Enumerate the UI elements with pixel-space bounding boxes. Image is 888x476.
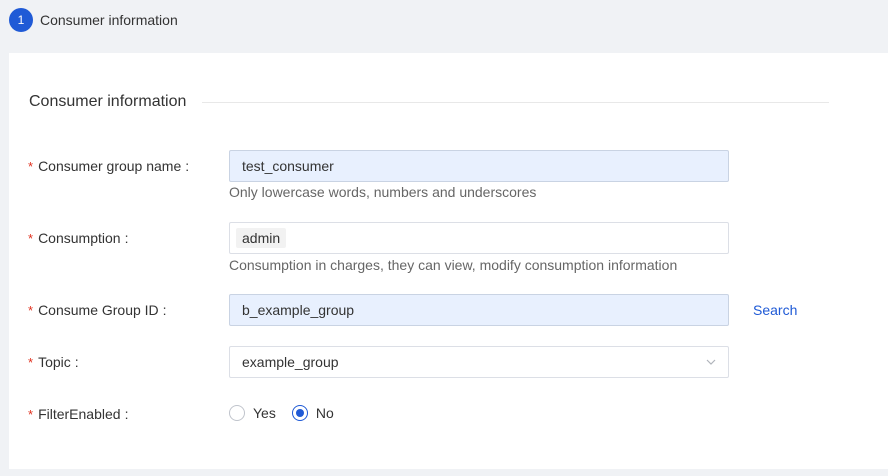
radio-unchecked-icon — [229, 405, 245, 421]
topic-label: * Topic: — [28, 354, 79, 370]
filter-enabled-radio-group: Yes No — [229, 405, 350, 421]
consumption-tags-input[interactable]: admin — [229, 222, 729, 254]
section-divider — [202, 102, 829, 103]
consumption-hint: Consumption in charges, they can view, m… — [229, 257, 678, 273]
radio-checked-icon — [291, 405, 308, 421]
required-mark: * — [28, 355, 34, 370]
required-mark: * — [28, 303, 34, 318]
filter-no-radio[interactable]: No — [291, 405, 334, 421]
required-mark: * — [28, 159, 34, 174]
required-mark: * — [28, 407, 34, 422]
required-mark: * — [28, 231, 34, 246]
step-label: Consumer information — [40, 12, 178, 28]
group-id-input[interactable]: b_example_group — [229, 294, 729, 326]
filter-yes-radio[interactable]: Yes — [229, 405, 276, 421]
chevron-down-icon — [706, 359, 716, 365]
group-name-label: * Consumer group name: — [28, 158, 190, 174]
step-number-badge: 1 — [9, 8, 33, 32]
search-link[interactable]: Search — [753, 302, 797, 318]
group-id-label: * Consume Group ID: — [28, 302, 167, 318]
group-name-input[interactable]: test_consumer — [229, 150, 729, 182]
consumption-label: * Consumption: — [28, 230, 129, 246]
section-title: Consumer information — [29, 93, 187, 110]
form-card: Consumer information * Consumer group nam… — [9, 53, 888, 469]
filter-enabled-label: * FilterEnabled: — [28, 406, 129, 422]
group-name-hint: Only lowercase words, numbers and unders… — [229, 184, 537, 200]
consumption-tag[interactable]: admin — [236, 228, 287, 248]
topic-select[interactable]: example_group — [229, 346, 729, 378]
step-bar: 1 Consumer information — [0, 0, 888, 40]
